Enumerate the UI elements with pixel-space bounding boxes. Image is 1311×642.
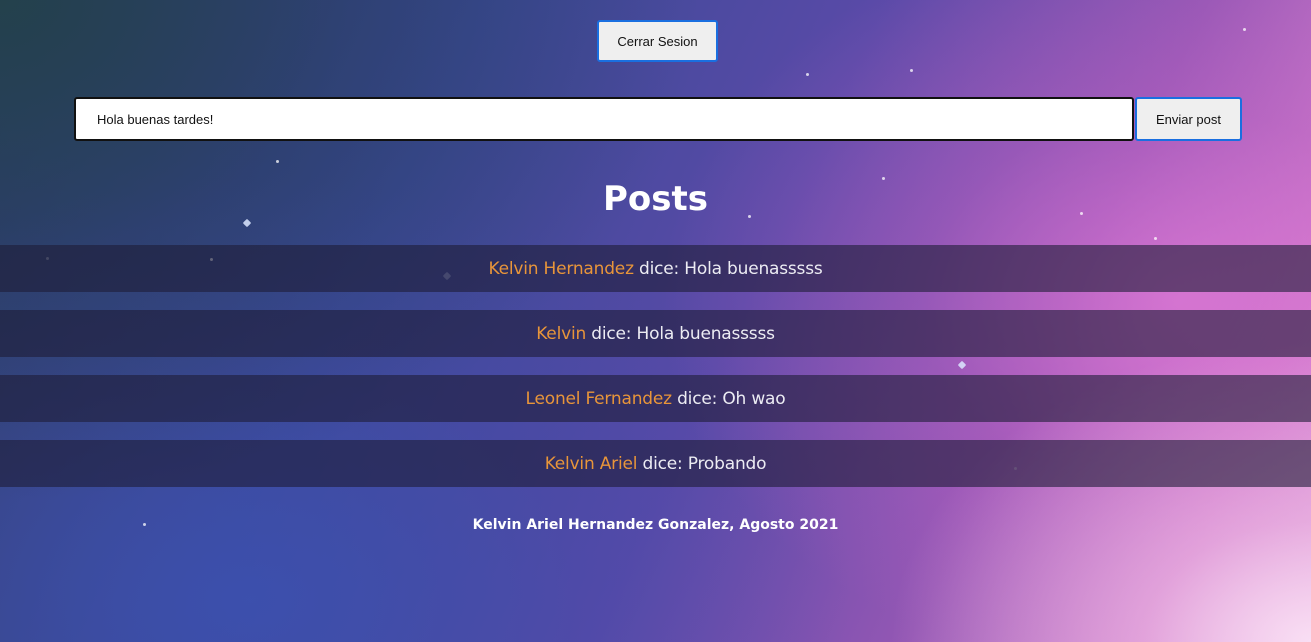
post-item: Kelvin Ariel dice: Probando (0, 440, 1311, 487)
post-connector: dice: (639, 258, 680, 279)
posts-title: Posts (602, 179, 708, 219)
star (276, 160, 279, 163)
post-message: Probando (687, 453, 767, 474)
post-message: Hola buenasssss (684, 258, 823, 279)
post-item: Leonel Fernandez dice: Oh wao (0, 375, 1311, 422)
post-connector: dice: (677, 388, 718, 409)
send-post-button[interactable]: Enviar post (1135, 97, 1242, 141)
star (1243, 28, 1246, 31)
footer-credit: Kelvin Ariel Hernandez Gonzalez, Agosto … (472, 517, 839, 533)
post-author: Kelvin Hernandez (488, 258, 634, 279)
post-author: Leonel Fernandez (525, 388, 673, 409)
star (1154, 237, 1157, 240)
post-message: Oh wao (722, 388, 786, 409)
post-author: Kelvin (536, 323, 587, 344)
logout-button[interactable]: Cerrar Sesion (597, 20, 718, 62)
post-message: Hola buenasssss (636, 323, 775, 344)
star (910, 69, 913, 72)
post-connector: dice: (642, 453, 683, 474)
post-connector: dice: (591, 323, 632, 344)
post-item: Kelvin Hernandez dice: Hola buenasssss (0, 245, 1311, 292)
post-item: Kelvin dice: Hola buenasssss (0, 310, 1311, 357)
posts-list: Kelvin Hernandez dice: Hola buenasssss K… (0, 245, 1311, 505)
post-author: Kelvin Ariel (544, 453, 638, 474)
star (806, 73, 809, 76)
post-input[interactable] (74, 97, 1134, 141)
